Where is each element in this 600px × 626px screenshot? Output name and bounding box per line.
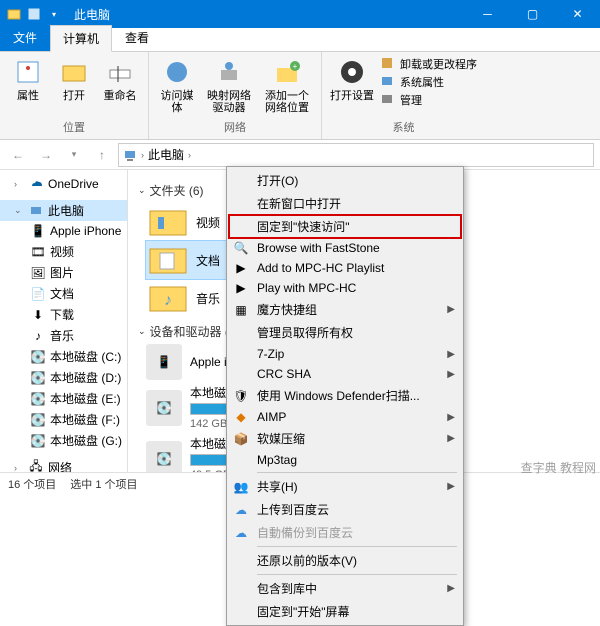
window-controls: ─ ▢ ✕ bbox=[465, 0, 600, 28]
grid-icon: ▦ bbox=[233, 302, 249, 318]
uninstall-button[interactable]: 卸载或更改程序 bbox=[380, 56, 477, 72]
ribbon: 属性 打开 重命名 位置 访问媒体 映射网络驱动器 +添加一个网络位置 网络 打… bbox=[0, 52, 600, 140]
nav-music[interactable]: ♪音乐 bbox=[0, 325, 127, 346]
ctx-open[interactable]: 打开(O) bbox=[229, 169, 461, 192]
context-menu: 打开(O) 在新窗口中打开 固定到"快速访问" 🔍Browse with Fas… bbox=[226, 166, 464, 626]
group-label-location: 位置 bbox=[8, 119, 140, 135]
nav-downloads[interactable]: ⬇下载 bbox=[0, 304, 127, 325]
nav-diskE[interactable]: 💽本地磁盘 (E:) bbox=[0, 388, 127, 409]
ctx-7zip[interactable]: 7-Zip▶ bbox=[229, 344, 461, 364]
ctx-mofang[interactable]: ▦魔方快捷组▶ bbox=[229, 298, 461, 321]
ribbon-group-system: 打开设置 卸载或更改程序 系统属性 管理 系统 bbox=[322, 52, 485, 139]
breadcrumb-node[interactable]: 此电脑 bbox=[148, 146, 184, 163]
cloud-icon: ☁ bbox=[233, 525, 249, 541]
navigation-pane: ›OneDrive ⌄此电脑 📱Apple iPhone 🎞视频 🖼图片 📄文档… bbox=[0, 170, 128, 472]
folder-icon bbox=[6, 6, 22, 22]
svg-text:♪: ♪ bbox=[164, 292, 172, 309]
cloud-icon: ☁ bbox=[233, 502, 249, 518]
ribbon-group-location: 属性 打开 重命名 位置 bbox=[0, 52, 149, 139]
share-icon: 👥 bbox=[233, 479, 249, 495]
breadcrumb[interactable]: › 此电脑 › bbox=[118, 143, 594, 167]
faststone-icon: 🔍 bbox=[233, 240, 249, 256]
nav-onedrive[interactable]: ›OneDrive bbox=[0, 174, 127, 194]
shield-icon: 🛡 bbox=[233, 388, 249, 404]
ctx-pin-quickaccess[interactable]: 固定到"快速访问" bbox=[229, 215, 461, 238]
forward-button[interactable]: → bbox=[34, 143, 58, 167]
ribbon-tabs: 文件 计算机 查看 bbox=[0, 28, 600, 52]
history-dropdown[interactable]: ▾ bbox=[62, 143, 86, 167]
map-drive-button[interactable]: 映射网络驱动器 bbox=[203, 56, 255, 114]
ctx-upload-baidu[interactable]: ☁上传到百度云 bbox=[229, 498, 461, 521]
ctx-library[interactable]: 包含到库中▶ bbox=[229, 577, 461, 600]
nav-network[interactable]: ›🖧网络 bbox=[0, 457, 127, 472]
properties-icon[interactable] bbox=[26, 6, 42, 22]
properties-button[interactable]: 属性 bbox=[8, 56, 48, 102]
status-items: 16 个项目 bbox=[8, 476, 56, 492]
add-location-button[interactable]: +添加一个网络位置 bbox=[261, 56, 313, 114]
disk-icon: 💽 bbox=[146, 390, 182, 426]
folder-icon bbox=[148, 243, 188, 277]
ctx-crcsha[interactable]: CRC SHA▶ bbox=[229, 364, 461, 384]
quick-access-toolbar: ▾ bbox=[0, 6, 68, 22]
mpc-icon: ▶ bbox=[233, 260, 249, 276]
title-bar: ▾ 此电脑 ─ ▢ ✕ bbox=[0, 0, 600, 28]
sysprops-button[interactable]: 系统属性 bbox=[380, 74, 477, 90]
watermark: 查字典 教程网 bbox=[521, 459, 596, 476]
ctx-defender[interactable]: 🛡使用 Windows Defender扫描... bbox=[229, 384, 461, 407]
archive-icon: 📦 bbox=[233, 431, 249, 447]
ctx-faststone[interactable]: 🔍Browse with FastStone bbox=[229, 238, 461, 258]
ribbon-group-network: 访问媒体 映射网络驱动器 +添加一个网络位置 网络 bbox=[149, 52, 322, 139]
ctx-admin[interactable]: 管理员取得所有权 bbox=[229, 321, 461, 344]
pc-icon bbox=[123, 148, 137, 162]
window-title: 此电脑 bbox=[68, 6, 110, 23]
folder-icon bbox=[148, 205, 188, 239]
disk-icon: 💽 bbox=[146, 441, 182, 473]
maximize-button[interactable]: ▢ bbox=[510, 0, 555, 28]
nav-videos[interactable]: 🎞视频 bbox=[0, 241, 127, 262]
ctx-mp3tag[interactable]: Mp3tag bbox=[229, 450, 461, 470]
settings-button[interactable]: 打开设置 bbox=[330, 56, 374, 102]
group-label-system: 系统 bbox=[330, 119, 477, 135]
tab-file[interactable]: 文件 bbox=[0, 24, 50, 51]
ctx-separator bbox=[257, 546, 457, 547]
ctx-soft[interactable]: 📦软媒压缩▶ bbox=[229, 427, 461, 450]
aimp-icon: ◆ bbox=[233, 409, 249, 425]
nav-pictures[interactable]: 🖼图片 bbox=[0, 262, 127, 283]
tab-computer[interactable]: 计算机 bbox=[50, 25, 112, 52]
ctx-separator bbox=[257, 472, 457, 473]
up-button[interactable]: ↑ bbox=[90, 143, 114, 167]
manage-button[interactable]: 管理 bbox=[380, 92, 477, 108]
tab-view[interactable]: 查看 bbox=[112, 24, 162, 51]
ctx-share[interactable]: 👥共享(H)▶ bbox=[229, 475, 461, 498]
nav-diskF[interactable]: 💽本地磁盘 (F:) bbox=[0, 409, 127, 430]
minimize-button[interactable]: ─ bbox=[465, 0, 510, 28]
nav-documents[interactable]: 📄文档 bbox=[0, 283, 127, 304]
ctx-separator bbox=[257, 574, 457, 575]
media-button[interactable]: 访问媒体 bbox=[157, 56, 197, 114]
mpc-icon: ▶ bbox=[233, 280, 249, 296]
ctx-plaympc[interactable]: ▶Play with MPC-HC bbox=[229, 278, 461, 298]
ctx-newwindow[interactable]: 在新窗口中打开 bbox=[229, 192, 461, 215]
ctx-autobackup-baidu: ☁自動備份到百度云 bbox=[229, 521, 461, 544]
folder-icon: ♪ bbox=[148, 281, 188, 315]
open-button[interactable]: 打开 bbox=[54, 56, 94, 102]
nav-iphone[interactable]: 📱Apple iPhone bbox=[0, 221, 127, 241]
status-selected: 选中 1 个项目 bbox=[70, 476, 137, 492]
group-label-network: 网络 bbox=[157, 119, 313, 135]
ctx-restore[interactable]: 还原以前的版本(V) bbox=[229, 549, 461, 572]
nav-diskC[interactable]: 💽本地磁盘 (C:) bbox=[0, 346, 127, 367]
nav-diskD[interactable]: 💽本地磁盘 (D:) bbox=[0, 367, 127, 388]
back-button[interactable]: ← bbox=[6, 143, 30, 167]
nav-diskG[interactable]: 💽本地磁盘 (G:) bbox=[0, 430, 127, 451]
ctx-aimp[interactable]: ◆AIMP▶ bbox=[229, 407, 461, 427]
rename-button[interactable]: 重命名 bbox=[100, 56, 140, 102]
dropdown-icon[interactable]: ▾ bbox=[46, 6, 62, 22]
ctx-pin-start[interactable]: 固定到"开始"屏幕 bbox=[229, 600, 461, 623]
svg-text:+: + bbox=[293, 62, 298, 71]
phone-icon: 📱 bbox=[146, 344, 182, 380]
nav-thispc[interactable]: ⌄此电脑 bbox=[0, 200, 127, 221]
close-button[interactable]: ✕ bbox=[555, 0, 600, 28]
ctx-addmpc[interactable]: ▶Add to MPC-HC Playlist bbox=[229, 258, 461, 278]
